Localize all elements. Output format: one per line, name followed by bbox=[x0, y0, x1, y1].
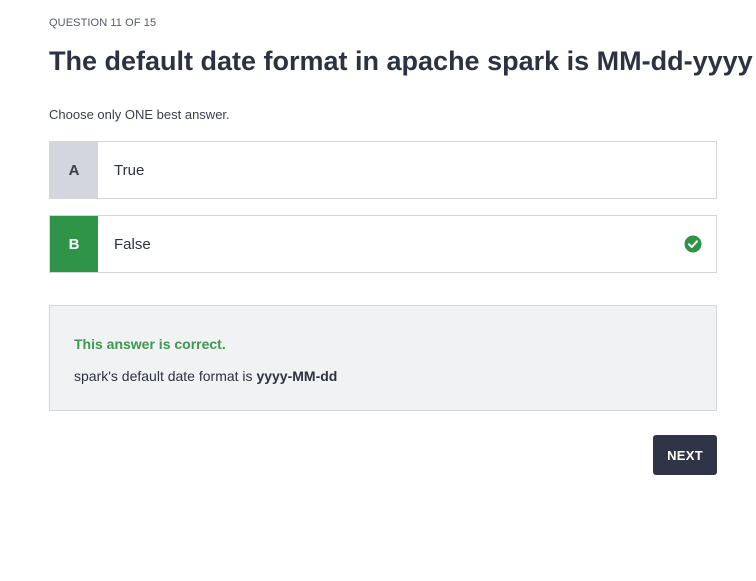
option-letter: A bbox=[50, 142, 98, 198]
feedback-highlight: yyyy-MM-dd bbox=[256, 368, 338, 384]
answer-instruction: Choose only ONE best answer. bbox=[49, 107, 230, 122]
feedback-explanation: spark's default date format is yyyy-MM-d… bbox=[74, 367, 337, 385]
answer-option-a[interactable]: A True bbox=[49, 141, 717, 199]
check-circle-icon bbox=[670, 216, 716, 272]
answer-option-b[interactable]: B False bbox=[49, 215, 717, 273]
option-text: False bbox=[114, 235, 151, 253]
feedback-text: spark's default date format is bbox=[74, 368, 257, 384]
answer-feedback-panel: This answer is correct. spark's default … bbox=[49, 305, 717, 411]
question-progress: QUESTION 11 OF 15 bbox=[49, 17, 157, 29]
option-letter: B bbox=[50, 216, 98, 272]
feedback-title: This answer is correct. bbox=[74, 336, 226, 352]
next-button[interactable]: NEXT bbox=[653, 435, 717, 475]
question-title: The default date format in apache spark … bbox=[49, 46, 753, 76]
option-text: True bbox=[114, 161, 145, 179]
